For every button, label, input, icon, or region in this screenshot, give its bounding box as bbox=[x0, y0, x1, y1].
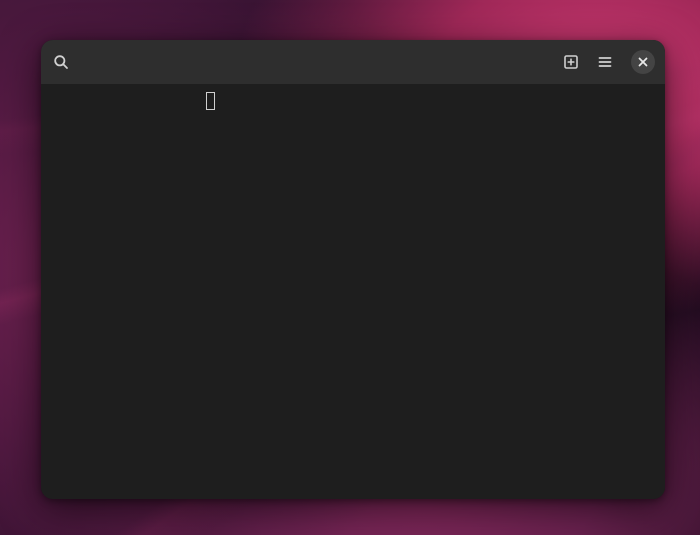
new-tab-icon bbox=[563, 54, 579, 70]
menu-button[interactable] bbox=[591, 48, 619, 76]
terminal-prompt-line bbox=[49, 89, 657, 110]
terminal-cursor bbox=[206, 92, 215, 110]
new-tab-button[interactable] bbox=[557, 48, 585, 76]
close-button[interactable] bbox=[631, 50, 655, 74]
search-button[interactable] bbox=[47, 48, 75, 76]
window-titlebar[interactable] bbox=[41, 40, 665, 84]
hamburger-menu-icon bbox=[597, 54, 613, 70]
terminal-window bbox=[41, 40, 665, 499]
terminal-viewport[interactable] bbox=[41, 84, 665, 499]
search-icon bbox=[53, 54, 69, 70]
close-icon bbox=[637, 56, 649, 68]
